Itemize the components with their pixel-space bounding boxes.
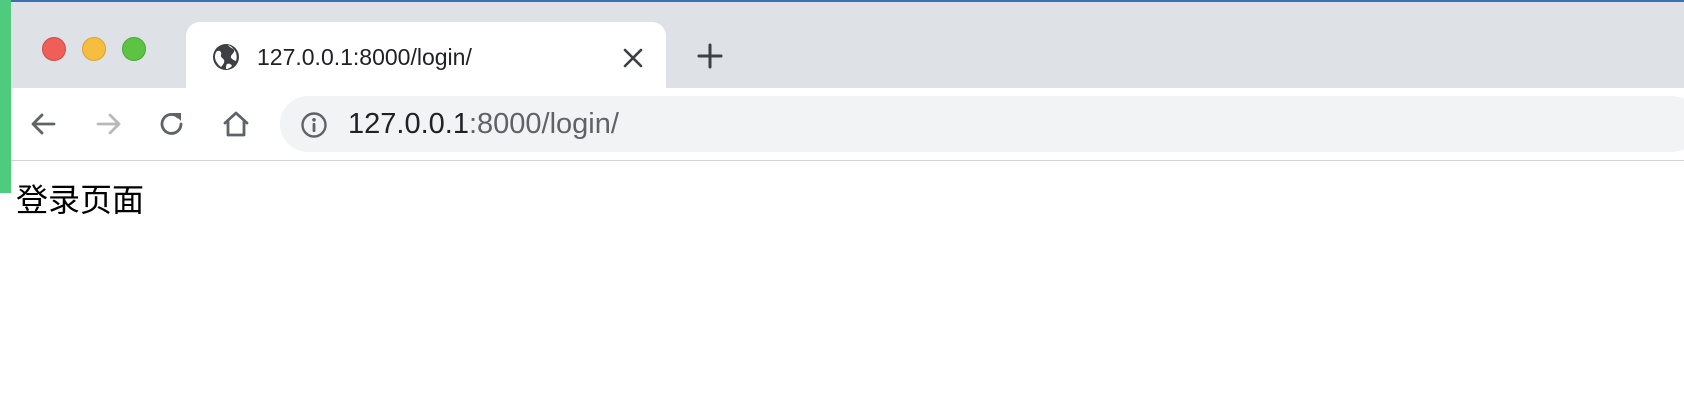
close-icon[interactable] [620,45,646,71]
window-close-button[interactable] [42,37,66,61]
home-button[interactable] [218,106,254,142]
address-bar[interactable]: 127.0.0.1:8000/login/ [280,96,1684,152]
new-tab-button[interactable] [694,40,726,72]
url-host: 127.0.0.1 [348,108,469,140]
globe-icon [213,44,239,70]
url-text[interactable]: 127.0.0.1:8000/login/ [348,107,619,141]
info-icon[interactable] [300,111,328,139]
active-tab[interactable]: 127.0.0.1:8000/login/ [186,22,666,92]
window-minimize-button[interactable] [82,37,106,61]
forward-button[interactable] [90,106,126,142]
back-button[interactable] [26,106,62,142]
browser-window: 127.0.0.1:8000/login/ 127.0.0.1:8000/log… [0,0,1684,416]
tab-strip: 127.0.0.1:8000/login/ [0,2,1684,92]
side-accent-strip [0,0,11,193]
reload-button[interactable] [154,106,190,142]
page-heading: 登录页面 [16,181,145,219]
window-maximize-button[interactable] [122,37,146,61]
browser-toolbar: 127.0.0.1:8000/login/ [0,88,1684,161]
tab-title: 127.0.0.1:8000/login/ [257,44,472,70]
url-path: :8000/login/ [468,108,619,140]
